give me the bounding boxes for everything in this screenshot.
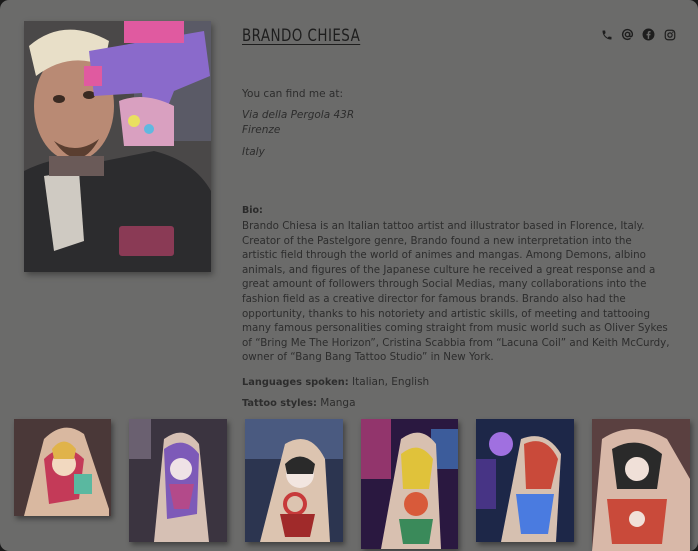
languages-value: Italian, English: [352, 376, 430, 388]
styles-label: Tattoo styles:: [242, 398, 317, 409]
contact-links: [600, 28, 676, 41]
tattoo-image-3: [245, 419, 343, 542]
tattoo-image-6: [592, 419, 690, 551]
address-city: Firenze: [242, 124, 281, 136]
artist-portrait: [24, 21, 211, 272]
tattoo-image-4: [361, 419, 458, 549]
gallery-item-1[interactable]: [14, 419, 111, 516]
bio-text: Brando Chiesa is an Italian tattoo artis…: [242, 220, 670, 364]
gallery-item-6[interactable]: [592, 419, 690, 551]
address-street: Via della Pergola 43R: [242, 109, 355, 121]
profile-page: BRANDO CHIESA You can find me at: Via de…: [0, 0, 698, 551]
styles-row: Tattoo styles: Manga: [242, 397, 356, 409]
artist-name: BRANDO CHIESA: [242, 26, 361, 46]
tattoo-image-2: [129, 419, 227, 542]
tattoo-image-5: [476, 419, 574, 542]
gallery-item-3[interactable]: [245, 419, 343, 542]
styles-value: Manga: [320, 397, 356, 409]
at-icon[interactable]: [621, 28, 634, 41]
phone-icon[interactable]: [600, 28, 613, 41]
tattoo-image-1: [14, 419, 111, 516]
address-country: Italy: [242, 146, 265, 158]
gallery-item-4[interactable]: [361, 419, 458, 549]
facebook-icon[interactable]: [642, 28, 655, 41]
gallery-item-2[interactable]: [129, 419, 227, 542]
languages-label: Languages spoken:: [242, 377, 349, 388]
instagram-icon[interactable]: [663, 28, 676, 41]
bio-label: Bio:: [242, 205, 263, 216]
find-me-label: You can find me at:: [242, 88, 344, 100]
languages-row: Languages spoken: Italian, English: [242, 376, 429, 388]
gallery-item-5[interactable]: [476, 419, 574, 542]
artist-portrait-image: [24, 21, 211, 272]
